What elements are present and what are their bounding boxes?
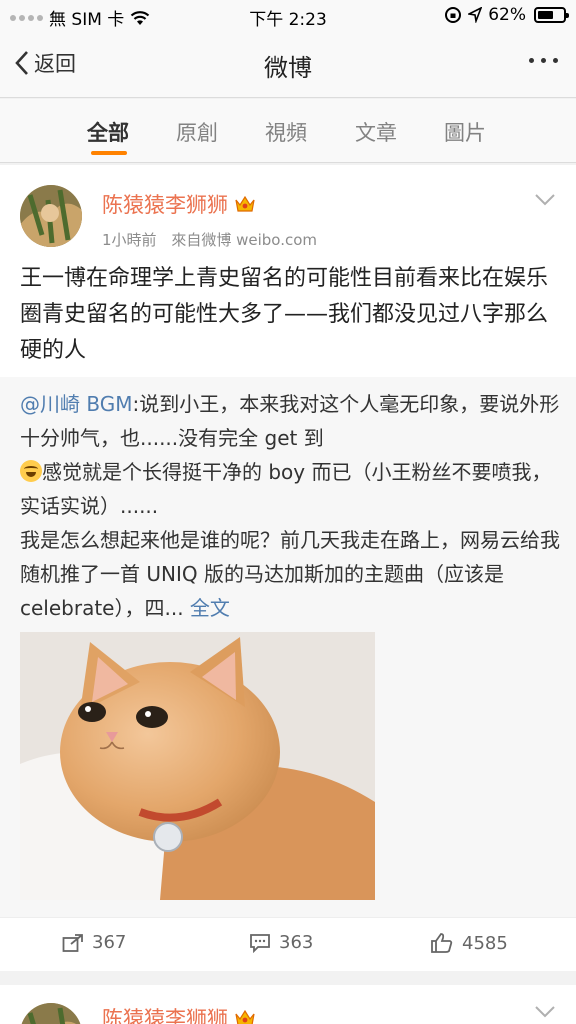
- tab-image[interactable]: 圖片: [444, 117, 486, 147]
- laugh-cry-emoji-icon: [20, 460, 42, 482]
- vip-crown-icon: [235, 195, 255, 212]
- mention-link[interactable]: @川崎 BGM: [20, 392, 132, 416]
- status-bar: 無 SIM 卡 下午 2:23 62%: [0, 0, 576, 32]
- cat-photo[interactable]: [20, 632, 375, 900]
- status-right: 62%: [444, 5, 569, 25]
- tab-video[interactable]: 視頻: [265, 117, 307, 147]
- repost-text: @川崎 BGM:说到小王，本来我对这个人毫无印象，要说外形十分帅气，也.....…: [20, 387, 560, 625]
- post-card[interactable]: 陈猿猿李狮狮 1小時前 來自微博 weibo.com 王一博在命理学上青史留名的…: [0, 165, 576, 971]
- comment-button[interactable]: 363: [249, 932, 313, 953]
- page-title: 微博: [264, 54, 312, 82]
- post-actions: 367 363 4585: [0, 917, 576, 969]
- repost-count: 367: [92, 932, 127, 953]
- filter-tabs: 全部 原創 視頻 文章 圖片: [0, 99, 576, 163]
- post-card-2[interactable]: 陈猿猿李狮狮: [0, 985, 576, 1024]
- post-source: 來自微博 weibo.com: [171, 231, 317, 249]
- comment-count: 363: [279, 932, 314, 953]
- avatar[interactable]: [20, 185, 82, 247]
- share-icon: [62, 933, 83, 952]
- post-username[interactable]: 陈猿猿李狮狮: [102, 189, 256, 219]
- nav-bar: 返回 微博: [0, 32, 576, 98]
- like-button[interactable]: 4585: [430, 932, 508, 954]
- post-meta: 1小時前 來自微博 weibo.com: [102, 229, 317, 250]
- battery-fill: [538, 11, 553, 19]
- post-text: 王一博在命理学上青史留名的可能性目前看来比在娱乐圈青史留名的可能性大多了——我们…: [20, 266, 549, 363]
- battery-icon: [534, 7, 569, 23]
- battery-percent: 62%: [488, 5, 526, 25]
- avatar-2[interactable]: [20, 1003, 82, 1024]
- location-icon: [468, 7, 483, 23]
- comment-icon: [250, 933, 270, 953]
- repost-block[interactable]: @川崎 BGM:说到小王，本来我对这个人毫无印象，要说外形十分帅气，也.....…: [0, 377, 576, 917]
- active-tab-indicator: [91, 151, 127, 155]
- repost-button[interactable]: 367: [62, 932, 126, 953]
- username-text: 陈猿猿李狮狮: [102, 193, 228, 217]
- tab-all[interactable]: 全部: [87, 117, 129, 147]
- more-button[interactable]: [529, 58, 558, 63]
- chevron-down-icon[interactable]: [534, 193, 556, 207]
- orientation-lock-icon: [445, 7, 462, 23]
- chevron-down-icon-2[interactable]: [534, 1005, 556, 1019]
- username-text-2: 陈猿猿李狮狮: [102, 1007, 228, 1024]
- full-text-link[interactable]: 全文: [190, 596, 230, 620]
- thumbs-up-icon: [431, 933, 453, 953]
- like-count: 4585: [462, 932, 508, 954]
- repost-text-part2: 感觉就是个长得挺干净的 boy 而已（小王粉丝不要喷我，实话实说）......: [20, 460, 552, 518]
- vip-crown-icon-2: [235, 1009, 255, 1024]
- tab-article[interactable]: 文章: [355, 117, 397, 147]
- post-time: 1小時前: [102, 231, 157, 249]
- tab-original[interactable]: 原創: [176, 117, 218, 147]
- repost-text-part3: 我是怎么想起来他是谁的呢？前几天我走在路上，网易云给我随机推了一首 UNIQ 版…: [20, 528, 560, 620]
- post-username-2[interactable]: 陈猿猿李狮狮: [102, 1003, 256, 1024]
